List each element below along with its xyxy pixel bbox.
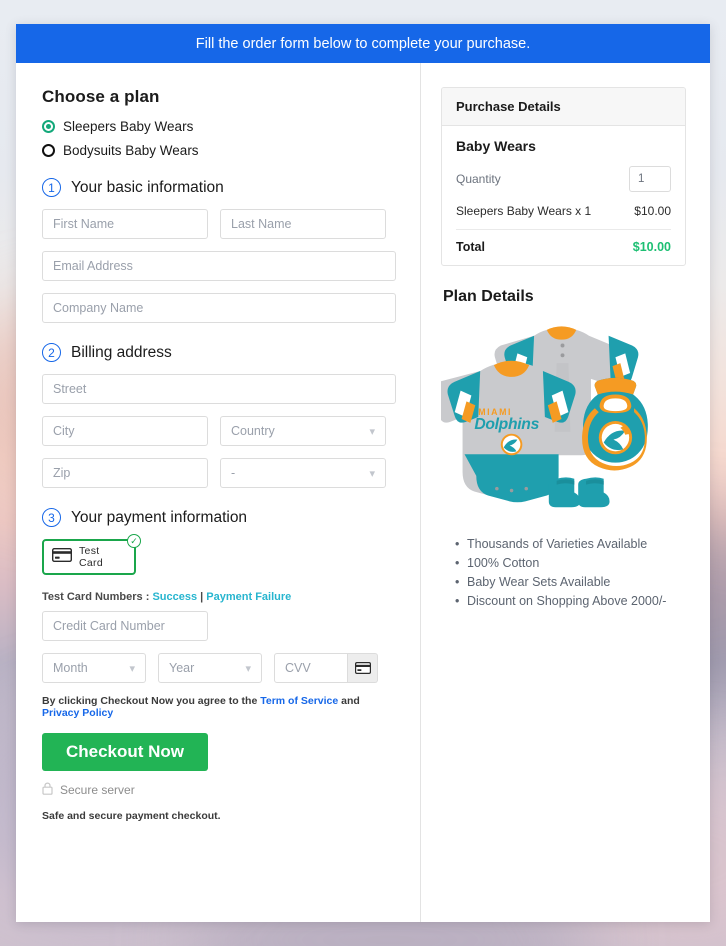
plan-option-label: Sleepers Baby Wears <box>63 119 194 134</box>
city-country-row: City Country ▾ <box>42 416 396 446</box>
radio-unselected-icon[interactable] <box>42 144 55 157</box>
card-body: Choose a plan Sleepers Baby Wears Bodysu… <box>16 63 710 922</box>
zip-input[interactable]: Zip <box>42 458 208 488</box>
street-row: Street <box>42 374 396 404</box>
summary-column: Purchase Details Baby Wears Quantity 1 S… <box>421 63 710 922</box>
step-header-payment-information: 3 Your payment information <box>42 508 396 527</box>
svg-text:Dolphins: Dolphins <box>474 416 539 433</box>
purchase-details-header: Purchase Details <box>442 88 685 126</box>
quantity-label: Quantity <box>456 172 501 186</box>
zip-state-row: Zip - ▾ <box>42 458 396 488</box>
quantity-input[interactable]: 1 <box>629 166 671 192</box>
card-number-row: Credit Card Number <box>42 611 396 641</box>
step-title: Your payment information <box>71 508 248 526</box>
order-form-column: Choose a plan Sleepers Baby Wears Bodysu… <box>16 63 420 922</box>
test-card-numbers-prefix: Test Card Numbers : <box>42 591 153 603</box>
banner-text: Fill the order form below to complete yo… <box>195 35 531 52</box>
banner: Fill the order form below to complete yo… <box>16 24 710 63</box>
step-header-basic-information: 1 Your basic information <box>42 178 396 197</box>
terms-prefix: By clicking Checkout Now you agree to th… <box>42 695 261 707</box>
secure-server-row: Secure server <box>42 782 396 798</box>
line-item-row: Sleepers Baby Wears x 1 $10.00 <box>456 204 671 230</box>
first-name-input[interactable]: First Name <box>42 209 208 239</box>
terms-agreement-text: By clicking Checkout Now you agree to th… <box>42 695 396 719</box>
chevron-down-icon: ▾ <box>369 467 375 480</box>
check-circle-icon: ✓ <box>127 534 141 548</box>
term-of-service-link[interactable]: Term of Service <box>260 695 338 707</box>
chevron-down-icon: ▾ <box>129 662 135 675</box>
plan-product-image: MIAMI Dolphins <box>441 312 686 527</box>
choose-plan-heading: Choose a plan <box>42 87 160 106</box>
checkout-now-button[interactable]: Checkout Now <box>42 733 208 771</box>
line-item-label: Sleepers Baby Wears x 1 <box>456 204 592 218</box>
terms-mid: and <box>338 695 360 707</box>
expiry-cvv-row: Month ▾ Year ▾ CVV <box>42 653 396 683</box>
test-card-success-link[interactable]: Success <box>152 591 197 603</box>
purchase-details-panel: Purchase Details Baby Wears Quantity 1 S… <box>441 87 686 266</box>
step-number-badge: 1 <box>42 178 61 197</box>
list-item: Baby Wear Sets Available <box>455 575 686 589</box>
email-input[interactable]: Email Address <box>42 251 396 281</box>
product-name: Baby Wears <box>456 138 536 154</box>
step-number-badge: 2 <box>42 343 61 362</box>
total-label: Total <box>456 240 485 254</box>
step-title: Your basic information <box>71 178 224 196</box>
quantity-row: Quantity 1 <box>456 166 671 192</box>
plan-option-label: Bodysuits Baby Wears <box>63 143 199 158</box>
cvv-card-icon-button[interactable] <box>348 653 378 683</box>
checkout-card: Fill the order form below to complete yo… <box>16 24 710 922</box>
chevron-down-icon: ▾ <box>245 662 251 675</box>
last-name-input[interactable]: Last Name <box>220 209 386 239</box>
company-name-input[interactable]: Company Name <box>42 293 396 323</box>
company-row: Company Name <box>42 293 396 323</box>
state-select-value: - <box>231 466 236 480</box>
list-item: 100% Cotton <box>455 556 686 570</box>
expiry-year-select[interactable]: Year ▾ <box>158 653 262 683</box>
cvv-input[interactable]: CVV <box>274 653 348 683</box>
expiry-month-select[interactable]: Month ▾ <box>42 653 146 683</box>
safe-checkout-note: Safe and secure payment checkout. <box>42 810 221 822</box>
credit-card-number-input[interactable]: Credit Card Number <box>42 611 208 641</box>
test-card-numbers-line: Test Card Numbers : Success | Payment Fa… <box>42 591 396 603</box>
expiry-year-value: Year <box>169 661 195 675</box>
purchase-details-body: Baby Wears Quantity 1 Sleepers Baby Wear… <box>442 126 685 265</box>
chevron-down-icon: ▾ <box>369 425 375 438</box>
list-item: Discount on Shopping Above 2000/- <box>455 594 686 608</box>
email-row: Email Address <box>42 251 396 281</box>
credit-card-icon <box>51 547 73 567</box>
cvv-group: CVV <box>274 653 378 683</box>
test-card-method-button[interactable]: Test Card ✓ <box>42 534 141 575</box>
test-card-failure-link[interactable]: Payment Failure <box>206 591 291 603</box>
list-item: Thousands of Varieties Available <box>455 537 686 551</box>
radio-selected-icon[interactable] <box>42 120 55 133</box>
plan-option-sleepers[interactable]: Sleepers Baby Wears <box>42 119 396 134</box>
plan-feature-list: Thousands of Varieties Available 100% Co… <box>455 537 686 608</box>
state-select[interactable]: - ▾ <box>220 458 386 488</box>
name-row: First Name Last Name <box>42 209 396 239</box>
total-price: $10.00 <box>632 240 671 254</box>
lock-icon <box>42 782 53 798</box>
expiry-month-value: Month <box>53 661 88 675</box>
step-number-badge: 3 <box>42 508 61 527</box>
step-header-billing-address: 2 Billing address <box>42 343 396 362</box>
test-card-label: Test Card <box>79 545 103 569</box>
plan-details-title: Plan Details <box>443 288 534 305</box>
country-select[interactable]: Country ▾ <box>220 416 386 446</box>
secure-server-label: Secure server <box>60 783 135 797</box>
city-input[interactable]: City <box>42 416 208 446</box>
street-input[interactable]: Street <box>42 374 396 404</box>
test-card-separator: | <box>197 591 207 603</box>
country-select-value: Country <box>231 424 275 438</box>
line-item-price: $10.00 <box>634 204 671 218</box>
privacy-policy-link[interactable]: Privacy Policy <box>42 707 113 719</box>
total-row: Total $10.00 <box>456 230 671 254</box>
step-title: Billing address <box>71 343 172 361</box>
plan-option-bodysuits[interactable]: Bodysuits Baby Wears <box>42 143 396 158</box>
